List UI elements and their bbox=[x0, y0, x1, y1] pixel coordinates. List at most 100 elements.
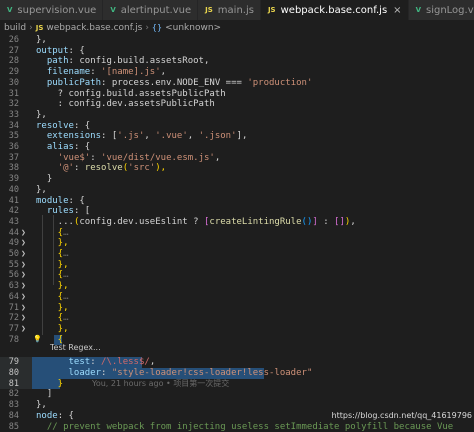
code-line: {… bbox=[36, 313, 69, 324]
code-line: module: { bbox=[36, 196, 85, 207]
code-line: }, bbox=[36, 303, 69, 314]
code-line: ] bbox=[36, 389, 52, 400]
line-number: 27 bbox=[0, 46, 19, 57]
line-number: 81 bbox=[0, 379, 19, 390]
js-file-icon: JS bbox=[267, 6, 277, 14]
chevron-right-icon: › bbox=[145, 23, 149, 33]
line-number: 44 bbox=[0, 228, 19, 239]
editor-tab-bar: Vsupervision.vueValertinput.vueJSmain.js… bbox=[0, 0, 474, 20]
code-line: node: { bbox=[36, 411, 74, 422]
fold-chevron-icon[interactable]: ❯ bbox=[21, 281, 29, 292]
line-number: 71 bbox=[0, 303, 19, 314]
tab-label: webpack.base.conf.js bbox=[281, 5, 388, 16]
js-file-icon: JS bbox=[36, 24, 44, 32]
code-line: }, bbox=[36, 110, 47, 121]
fold-chevron-icon[interactable]: ❯ bbox=[21, 313, 29, 324]
line-number: 56 bbox=[0, 270, 19, 281]
tab-label: supervision.vue bbox=[17, 5, 96, 16]
breadcrumb-symbol[interactable]: <unknown> bbox=[165, 23, 221, 33]
line-number: 29 bbox=[0, 67, 19, 78]
fold-chevron-icon[interactable]: ❯ bbox=[21, 249, 29, 260]
code-line: filename: '[name].js', bbox=[36, 67, 166, 78]
line-number: 32 bbox=[0, 99, 19, 110]
line-number: 84 bbox=[0, 411, 19, 422]
code-line: test: /\.less$/, bbox=[36, 357, 155, 368]
code-line: ...(config.dev.useEslint ? [createLintin… bbox=[36, 217, 356, 228]
line-number: 43 bbox=[0, 217, 19, 228]
code-line: { bbox=[36, 335, 63, 346]
chevron-right-icon: › bbox=[29, 23, 33, 33]
code-line: } bbox=[36, 174, 52, 185]
code-line: path: config.build.assetsRoot, bbox=[36, 56, 209, 67]
fold-chevron-icon[interactable]: ❯ bbox=[21, 228, 29, 239]
tab-main-js[interactable]: JS main.js bbox=[198, 0, 261, 20]
line-number: 38 bbox=[0, 163, 19, 174]
tab-label: alertinput.vue bbox=[121, 5, 191, 16]
vue-file-icon: V bbox=[109, 6, 116, 14]
line-number: 37 bbox=[0, 153, 19, 164]
line-number: 64 bbox=[0, 292, 19, 303]
fold-chevron-icon[interactable]: ❯ bbox=[21, 260, 29, 271]
line-number: 31 bbox=[0, 89, 19, 100]
code-line: '@': resolve('src'), bbox=[36, 163, 166, 174]
code-line: extensions: ['.js', '.vue', '.json'], bbox=[36, 131, 247, 142]
tab-label: main.js bbox=[218, 5, 254, 16]
code-line: rules: [ bbox=[36, 206, 90, 217]
fold-chevron-icon[interactable]: ❯ bbox=[21, 324, 29, 335]
line-number: 35 bbox=[0, 131, 19, 142]
code-line: } bbox=[36, 379, 63, 390]
line-number: 36 bbox=[0, 142, 19, 153]
code-line: 'vue$': 'vue/dist/vue.esm.js', bbox=[36, 153, 220, 164]
line-number: 63 bbox=[0, 281, 19, 292]
code-line: : config.dev.assetsPublicPath bbox=[36, 99, 215, 110]
breadcrumb-folder[interactable]: build bbox=[4, 23, 26, 33]
fold-chevron-icon[interactable]: ❯ bbox=[21, 270, 29, 281]
line-number: 42 bbox=[0, 206, 19, 217]
line-number: 49 bbox=[0, 238, 19, 249]
line-number: 85 bbox=[0, 422, 19, 432]
code-line: alias: { bbox=[36, 142, 90, 153]
tab-supervision-vue[interactable]: Vsupervision.vue bbox=[0, 0, 103, 20]
line-number: 72 bbox=[0, 313, 19, 324]
js-file-icon: JS bbox=[204, 6, 214, 14]
line-number: 34 bbox=[0, 121, 19, 132]
code-line: output: { bbox=[36, 46, 85, 57]
line-number: 39 bbox=[0, 174, 19, 185]
indent-guide bbox=[42, 215, 43, 335]
code-line: // prevent webpack from injecting useles… bbox=[36, 422, 453, 432]
watermark: https://blog.csdn.net/qq_41619796 bbox=[332, 411, 472, 420]
breadcrumb: build › JS webpack.base.conf.js › {} <un… bbox=[0, 20, 474, 35]
tab-alertinput-vue[interactable]: Valertinput.vue bbox=[103, 0, 198, 20]
symbol-icon: {} bbox=[152, 23, 162, 32]
line-number: 82 bbox=[0, 389, 19, 400]
git-blame-annotation: You, 21 hours ago • 项目第一次提交 bbox=[92, 379, 229, 390]
fold-chevron-icon[interactable]: ❯ bbox=[21, 238, 29, 249]
code-line: }, bbox=[36, 185, 47, 196]
code-line: publicPath: process.env.NODE_ENV === 'pr… bbox=[36, 78, 312, 89]
line-number: 30 bbox=[0, 78, 19, 89]
line-number: 79 bbox=[0, 357, 19, 368]
line-number: 41 bbox=[0, 196, 19, 207]
breadcrumb-file[interactable]: webpack.base.conf.js bbox=[46, 23, 142, 33]
line-number: 28 bbox=[0, 56, 19, 67]
tab-label: signLog.vue bbox=[426, 5, 474, 16]
code-line: loader: "style-loader!css-loader!less-lo… bbox=[36, 368, 312, 379]
code-editor[interactable]: Test Regex... 26},27output: {28 path: co… bbox=[0, 35, 474, 424]
vue-file-icon: V bbox=[6, 6, 13, 14]
fold-chevron-icon[interactable]: ❯ bbox=[21, 292, 29, 303]
line-number: 26 bbox=[0, 35, 19, 46]
line-number: 78 bbox=[0, 335, 19, 346]
line-number: 33 bbox=[0, 110, 19, 121]
vue-file-icon: V bbox=[415, 6, 422, 14]
tab-signlog-vue[interactable]: VsignLog.vue× bbox=[409, 0, 474, 20]
indent-guide bbox=[53, 215, 54, 285]
code-line: ? config.build.assetsPublicPath bbox=[36, 89, 226, 100]
fold-chevron-icon[interactable]: ❯ bbox=[21, 303, 29, 314]
code-line: resolve: { bbox=[36, 121, 90, 132]
code-line: {… bbox=[36, 292, 69, 303]
close-icon[interactable]: × bbox=[393, 5, 401, 16]
line-number: 83 bbox=[0, 400, 19, 411]
tab-webpack-base-conf-js[interactable]: JS webpack.base.conf.js × bbox=[261, 0, 409, 20]
line-number: 80 bbox=[0, 368, 19, 379]
code-line: }, bbox=[36, 400, 47, 411]
